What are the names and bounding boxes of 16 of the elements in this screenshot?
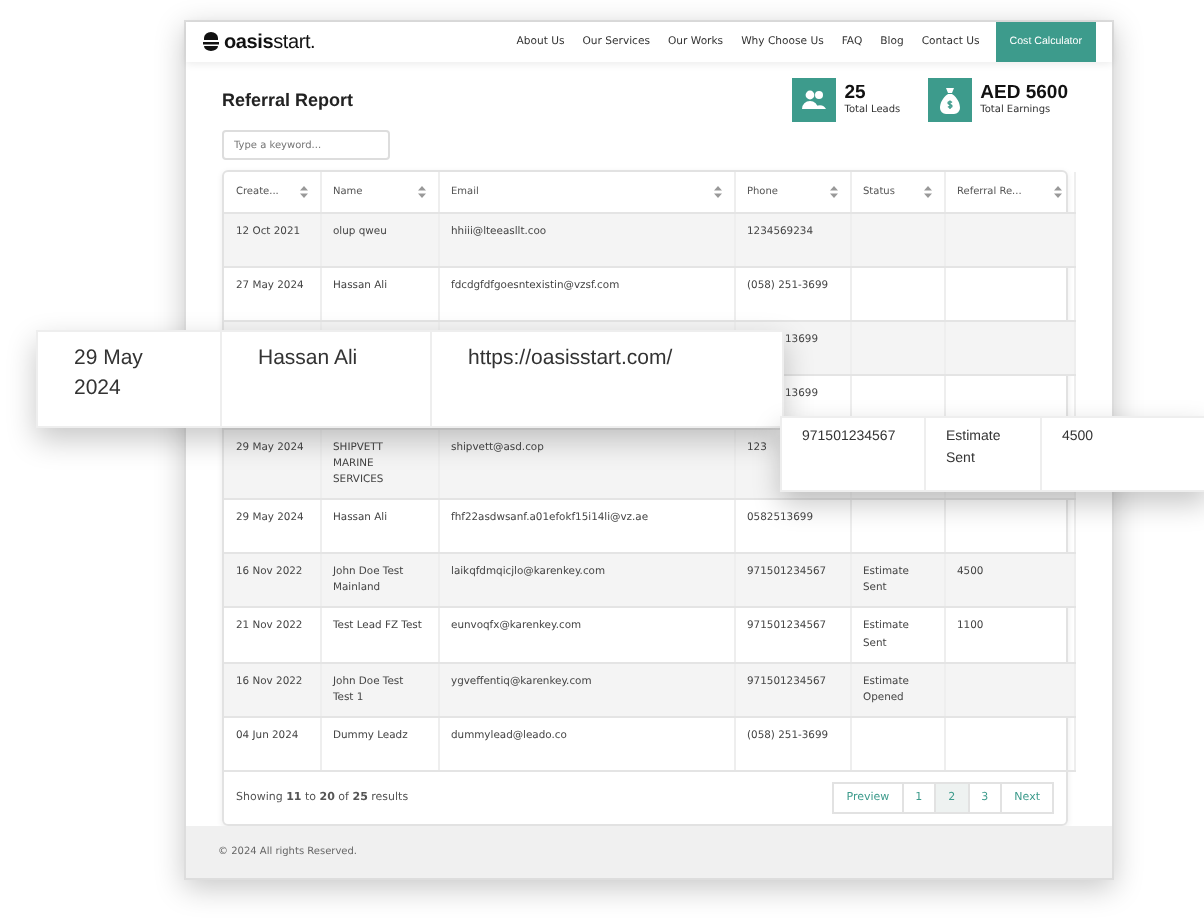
sort-icon <box>713 186 721 199</box>
sort-icon <box>417 186 425 199</box>
sort-icon <box>923 186 931 199</box>
stat-value: 25 <box>844 84 866 104</box>
money-bag-icon <box>928 78 973 123</box>
sort-icon <box>829 186 837 199</box>
stat-value: AED 5600 <box>980 84 1068 104</box>
callout-cell: https://oasisstart.com/ <box>468 346 673 370</box>
page-title: Referral Report <box>222 90 354 111</box>
sort-icon <box>299 186 307 199</box>
callout-cell: Hassan Ali <box>258 346 358 370</box>
brand-name: oasisstart. <box>224 31 316 54</box>
logo-icon <box>202 32 220 53</box>
callout-cell: 29 May 2024 <box>74 346 143 400</box>
people-icon <box>792 78 837 123</box>
sort-icon <box>1053 186 1061 199</box>
